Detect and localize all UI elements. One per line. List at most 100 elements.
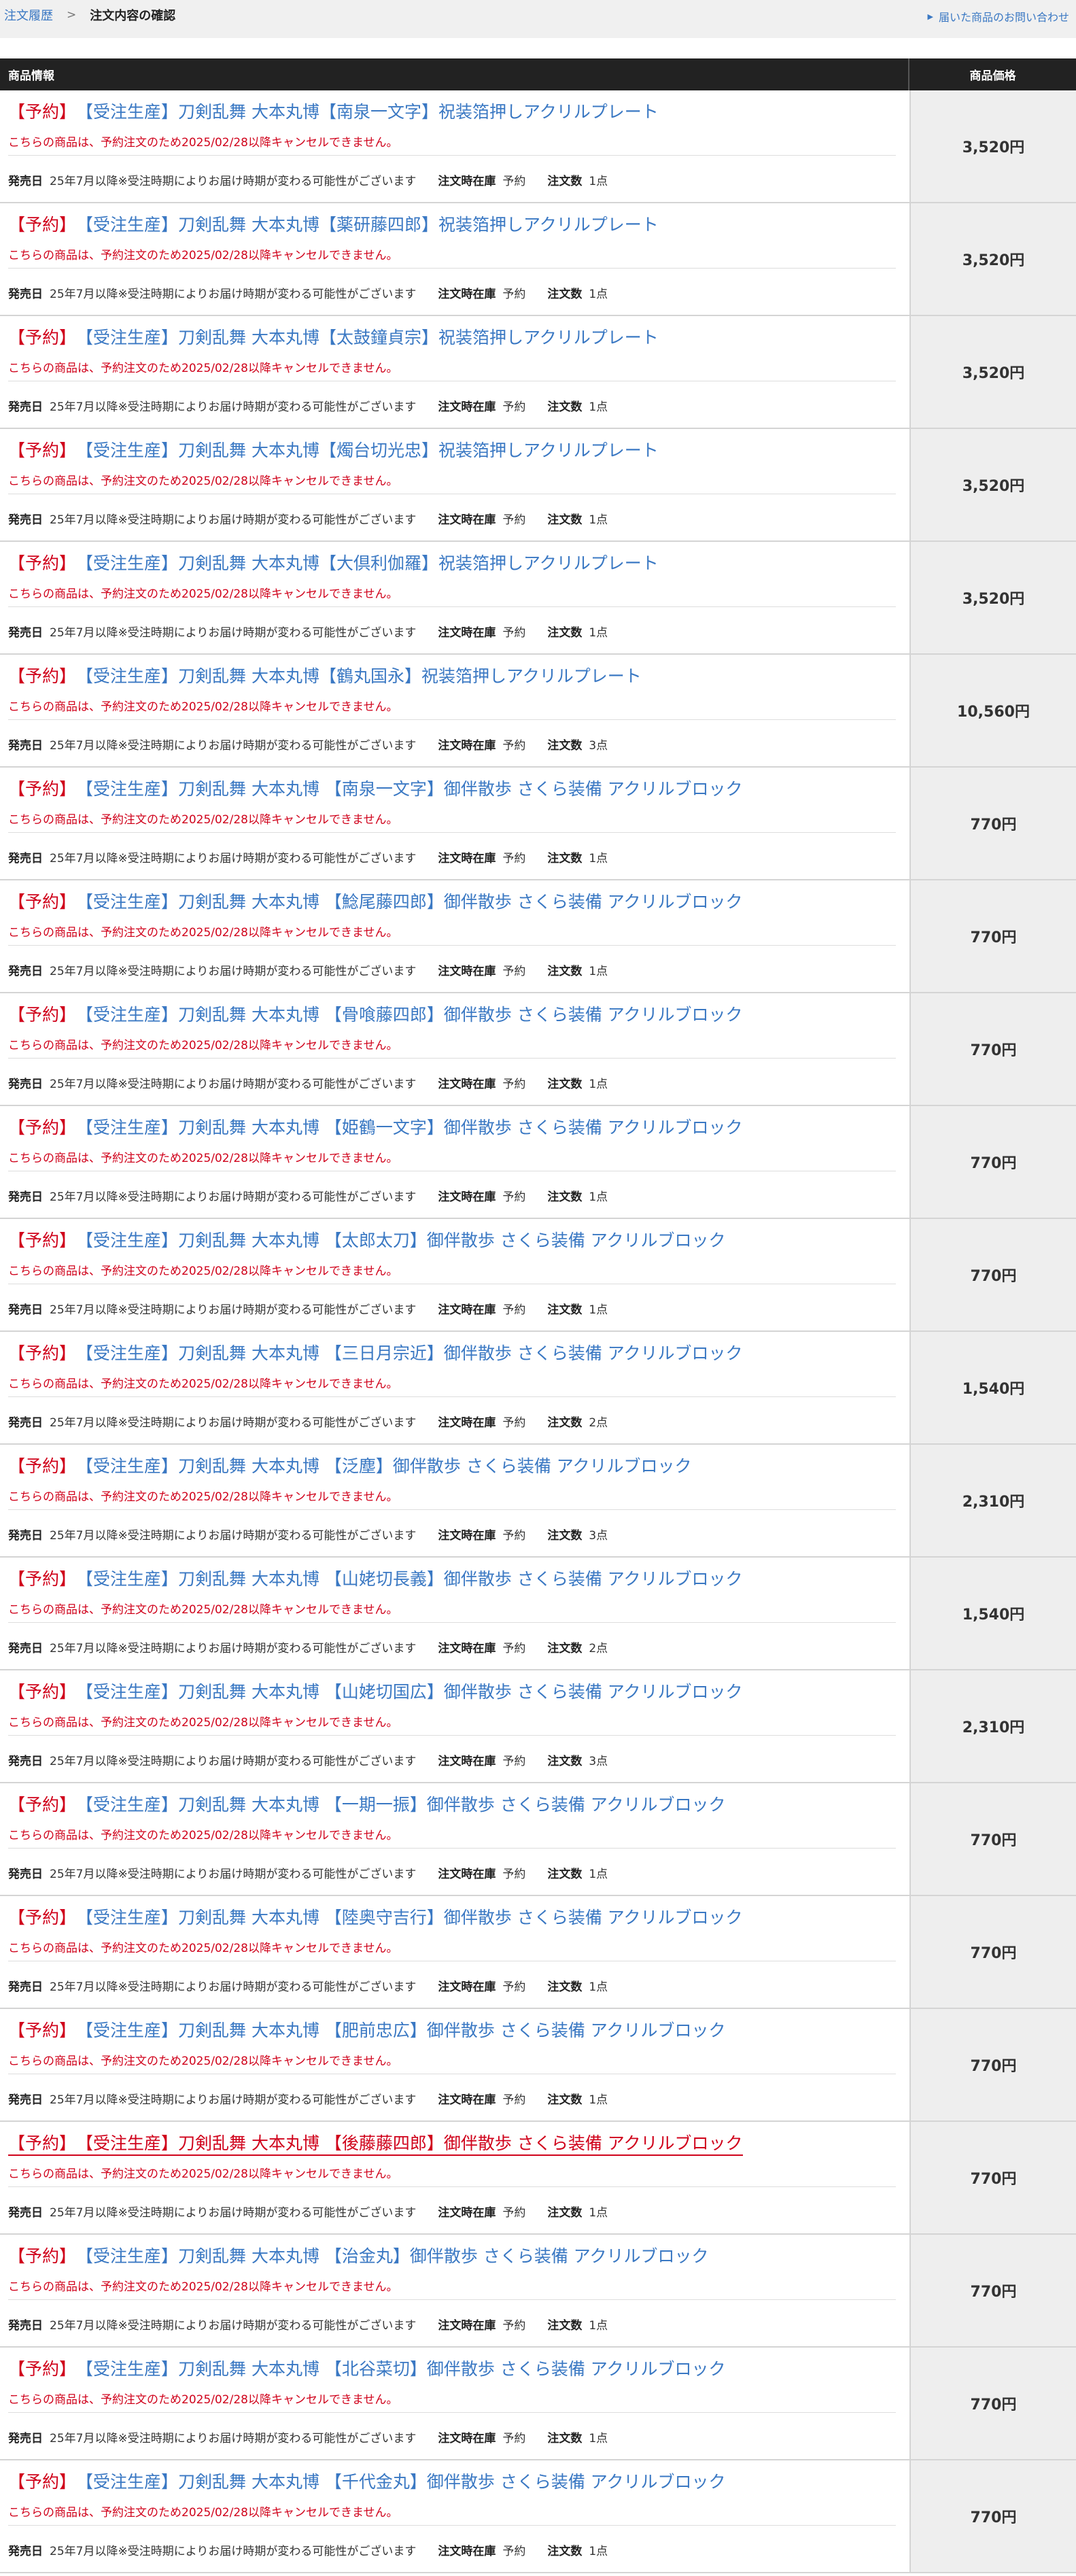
qty-value: 1点 bbox=[589, 2093, 608, 2107]
stock-label: 注文時在庫 bbox=[438, 2545, 496, 2558]
product-title-link[interactable]: 【予約】 【受注生産】刀剣乱舞 大本丸博 【南泉一文字】御伴散歩 さくら装備 ア… bbox=[8, 776, 743, 800]
cancel-notice: こちらの商品は、予約注文のため2025/02/28以降キャンセルできません。 bbox=[8, 2167, 398, 2181]
cancel-notice: こちらの商品は、予約注文のため2025/02/28以降キャンセルできません。 bbox=[8, 813, 398, 827]
release-value: 25年7月以降※受注時期によりお届け時期が変わる可能性がございます bbox=[50, 1868, 417, 1881]
stock-label: 注文時在庫 bbox=[438, 175, 496, 188]
product-title-link[interactable]: 【予約】 【受注生産】刀剣乱舞 大本丸博 【山姥切長義】御伴散歩 さくら装備 ア… bbox=[8, 1566, 743, 1590]
product-title-link[interactable]: 【予約】 【受注生産】刀剣乱舞 大本丸博【燭台切光忠】祝装箔押しアクリルプレート bbox=[8, 437, 659, 462]
release-label: 発売日 bbox=[8, 400, 43, 414]
price-cell: 1,540円 bbox=[909, 1558, 1076, 1669]
product-title-link[interactable]: 【予約】 【受注生産】刀剣乱舞 大本丸博 【北谷菜切】御伴散歩 さくら装備 アク… bbox=[8, 2356, 726, 2380]
inquiry-link[interactable]: ▶ 届いた商品のお問い合わせ bbox=[928, 8, 1069, 24]
cancel-notice: こちらの商品は、予約注文のため2025/02/28以降キャンセルできません。 bbox=[8, 1603, 398, 1617]
release-label: 発売日 bbox=[8, 513, 43, 527]
product-meta: 発売日 25年7月以降※受注時期によりお届け時期が変わる可能性がございます 注文… bbox=[8, 1526, 629, 1543]
reservation-tag: 【予約】 bbox=[8, 2133, 77, 2153]
divider bbox=[8, 832, 896, 833]
qty-value: 1点 bbox=[589, 1868, 608, 1881]
product-title-link[interactable]: 【予約】 【受注生産】刀剣乱舞 大本丸博 【治金丸】御伴散歩 さくら装備 アクリ… bbox=[8, 2243, 709, 2267]
qty-value: 2点 bbox=[589, 1642, 608, 1655]
price-cell: 770円 bbox=[909, 1106, 1076, 1218]
stock-label: 注文時在庫 bbox=[438, 626, 496, 640]
price-cell: 770円 bbox=[909, 2235, 1076, 2346]
release-label: 発売日 bbox=[8, 1868, 43, 1881]
product-title-link[interactable]: 【予約】 【受注生産】刀剣乱舞 大本丸博 【陸奥守吉行】御伴散歩 さくら装備 ア… bbox=[8, 1904, 743, 1929]
product-title-link[interactable]: 【予約】 【受注生産】刀剣乱舞 大本丸博 【太郎太刀】御伴散歩 さくら装備 アク… bbox=[8, 1227, 726, 1252]
product-info-cell: 【予約】 【受注生産】刀剣乱舞 大本丸博 【南泉一文字】御伴散歩 さくら装備 ア… bbox=[0, 768, 909, 879]
price-cell: 770円 bbox=[909, 993, 1076, 1105]
product-info-cell: 【予約】 【受注生産】刀剣乱舞 大本丸博 【山姥切長義】御伴散歩 さくら装備 ア… bbox=[0, 1558, 909, 1669]
product-title-link[interactable]: 【予約】 【受注生産】刀剣乱舞 大本丸博 【山姥切国広】御伴散歩 さくら装備 ア… bbox=[8, 1679, 743, 1703]
product-name: 【受注生産】刀剣乱舞 大本丸博【薬研藤四郎】祝装箔押しアクリルプレート bbox=[76, 215, 659, 235]
product-name: 【受注生産】刀剣乱舞 大本丸博 【鯰尾藤四郎】御伴散歩 さくら装備 アクリルブロ… bbox=[76, 892, 743, 912]
inquiry-label: 届いた商品のお問い合わせ bbox=[938, 11, 1069, 24]
product-title-link[interactable]: 【予約】 【受注生産】刀剣乱舞 大本丸博 【鯰尾藤四郎】御伴散歩 さくら装備 ア… bbox=[8, 889, 743, 913]
cancel-notice: こちらの商品は、予約注文のため2025/02/28以降キャンセルできません。 bbox=[8, 2506, 398, 2520]
product-title-link[interactable]: 【予約】 【受注生産】刀剣乱舞 大本丸博 【骨喰藤四郎】御伴散歩 さくら装備 ア… bbox=[8, 1001, 743, 1026]
release-value: 25年7月以降※受注時期によりお届け時期が変わる可能性がございます bbox=[50, 626, 417, 640]
product-title-link[interactable]: 【予約】 【受注生産】刀剣乱舞 大本丸博 【後藤藤四郎】御伴散歩 さくら装備 ア… bbox=[8, 2130, 743, 2156]
table-row: 【予約】 【受注生産】刀剣乱舞 大本丸博【大倶利伽羅】祝装箔押しアクリルプレート… bbox=[0, 542, 1076, 655]
breadcrumb-current: 注文内容の確認 bbox=[90, 9, 176, 23]
breadcrumb: 注文履歴 > 注文内容の確認 bbox=[4, 7, 175, 23]
stock-value: 予約 bbox=[502, 1980, 526, 1994]
product-info-cell: 【予約】 【受注生産】刀剣乱舞 大本丸博【鶴丸国永】祝装箔押しアクリルプレート … bbox=[0, 655, 909, 766]
stock-value: 予約 bbox=[502, 739, 526, 753]
divider bbox=[8, 2299, 896, 2300]
qty-value: 1点 bbox=[589, 965, 608, 978]
product-title-link[interactable]: 【予約】 【受注生産】刀剣乱舞 大本丸博【大倶利伽羅】祝装箔押しアクリルプレート bbox=[8, 550, 659, 574]
product-title-link[interactable]: 【予約】 【受注生産】刀剣乱舞 大本丸博 【千代金丸】御伴散歩 さくら装備 アク… bbox=[8, 2469, 726, 2493]
top-bar: 注文履歴 > 注文内容の確認 ▶ 届いた商品のお問い合わせ bbox=[0, 0, 1076, 38]
table-row: 【予約】 【受注生産】刀剣乱舞 大本丸博 【南泉一文字】御伴散歩 さくら装備 ア… bbox=[0, 768, 1076, 880]
product-meta: 発売日 25年7月以降※受注時期によりお届け時期が変わる可能性がございます 注文… bbox=[8, 284, 629, 301]
qty-value: 3点 bbox=[589, 1529, 608, 1543]
product-title-link[interactable]: 【予約】 【受注生産】刀剣乱舞 大本丸博 【肥前忠広】御伴散歩 さくら装備 アク… bbox=[8, 2017, 726, 2042]
cancel-notice: こちらの商品は、予約注文のため2025/02/28以降キャンセルできません。 bbox=[8, 475, 398, 488]
qty-label: 注文数 bbox=[547, 2545, 583, 2558]
product-title-link[interactable]: 【予約】 【受注生産】刀剣乱舞 大本丸博 【三日月宗近】御伴散歩 さくら装備 ア… bbox=[8, 1340, 743, 1364]
table-row: 【予約】 【受注生産】刀剣乱舞 大本丸博【燭台切光忠】祝装箔押しアクリルプレート… bbox=[0, 429, 1076, 542]
reservation-tag: 【予約】 bbox=[8, 1569, 77, 1589]
release-label: 発売日 bbox=[8, 288, 43, 301]
qty-value: 1点 bbox=[589, 626, 608, 640]
divider bbox=[8, 1509, 896, 1510]
cancel-notice: こちらの商品は、予約注文のため2025/02/28以降キャンセルできません。 bbox=[8, 1829, 398, 1842]
stock-label: 注文時在庫 bbox=[438, 965, 496, 978]
product-name: 【受注生産】刀剣乱舞 大本丸博【大倶利伽羅】祝装箔押しアクリルプレート bbox=[76, 553, 659, 573]
product-meta: 発売日 25年7月以降※受注時期によりお届け時期が変わる可能性がございます 注文… bbox=[8, 736, 629, 753]
reservation-tag: 【予約】 bbox=[8, 1682, 77, 1702]
product-title-link[interactable]: 【予約】 【受注生産】刀剣乱舞 大本丸博【鶴丸国永】祝装箔押しアクリルプレート bbox=[8, 663, 642, 687]
product-title-link[interactable]: 【予約】 【受注生産】刀剣乱舞 大本丸博【南泉一文字】祝装箔押しアクリルプレート bbox=[8, 99, 659, 123]
qty-label: 注文数 bbox=[547, 1755, 583, 1768]
qty-value: 1点 bbox=[589, 852, 608, 865]
product-meta: 発売日 25年7月以降※受注時期によりお届け時期が変わる可能性がございます 注文… bbox=[8, 1638, 629, 1655]
release-label: 発売日 bbox=[8, 1642, 43, 1655]
product-info-cell: 【予約】 【受注生産】刀剣乱舞 大本丸博 【北谷菜切】御伴散歩 さくら装備 アク… bbox=[0, 2348, 909, 2459]
product-title-link[interactable]: 【予約】 【受注生産】刀剣乱舞 大本丸博【太鼓鐘貞宗】祝装箔押しアクリルプレート bbox=[8, 324, 659, 349]
product-name: 【受注生産】刀剣乱舞 大本丸博 【後藤藤四郎】御伴散歩 さくら装備 アクリルブロ… bbox=[76, 2133, 743, 2153]
price-cell: 3,520円 bbox=[909, 429, 1076, 540]
release-value: 25年7月以降※受注時期によりお届け時期が変わる可能性がございます bbox=[50, 739, 417, 753]
release-label: 発売日 bbox=[8, 2093, 43, 2107]
reservation-tag: 【予約】 bbox=[8, 2021, 77, 2040]
product-title-link[interactable]: 【予約】 【受注生産】刀剣乱舞 大本丸博 【泛塵】御伴散歩 さくら装備 アクリル… bbox=[8, 1453, 692, 1477]
reservation-tag: 【予約】 bbox=[8, 666, 77, 686]
release-label: 発売日 bbox=[8, 626, 43, 640]
product-info-cell: 【予約】 【受注生産】刀剣乱舞 大本丸博 【骨喰藤四郎】御伴散歩 さくら装備 ア… bbox=[0, 993, 909, 1105]
reservation-tag: 【予約】 bbox=[8, 779, 77, 799]
reservation-tag: 【予約】 bbox=[8, 1343, 77, 1363]
divider bbox=[8, 719, 896, 720]
table-row: 【予約】 【受注生産】刀剣乱舞 大本丸博 【姫鶴一文字】御伴散歩 さくら装備 ア… bbox=[0, 1106, 1076, 1219]
price-cell: 3,520円 bbox=[909, 316, 1076, 428]
stock-value: 予約 bbox=[502, 2319, 526, 2333]
product-title-link[interactable]: 【予約】 【受注生産】刀剣乱舞 大本丸博【薬研藤四郎】祝装箔押しアクリルプレート bbox=[8, 211, 659, 236]
divider bbox=[8, 2186, 896, 2187]
cancel-notice: こちらの商品は、予約注文のため2025/02/28以降キャンセルできません。 bbox=[8, 2055, 398, 2068]
cancel-notice: こちらの商品は、予約注文のため2025/02/28以降キャンセルできません。 bbox=[8, 2393, 398, 2407]
breadcrumb-order-history-link[interactable]: 注文履歴 bbox=[4, 6, 53, 24]
table-row: 【予約】 【受注生産】刀剣乱舞 大本丸博 【骨喰藤四郎】御伴散歩 さくら装備 ア… bbox=[0, 993, 1076, 1106]
release-label: 発売日 bbox=[8, 1755, 43, 1768]
product-title-link[interactable]: 【予約】 【受注生産】刀剣乱舞 大本丸博 【姫鶴一文字】御伴散歩 さくら装備 ア… bbox=[8, 1114, 743, 1139]
release-value: 25年7月以降※受注時期によりお届け時期が変わる可能性がございます bbox=[50, 1642, 417, 1655]
product-title-link[interactable]: 【予約】 【受注生産】刀剣乱舞 大本丸博 【一期一振】御伴散歩 さくら装備 アク… bbox=[8, 1791, 726, 1816]
